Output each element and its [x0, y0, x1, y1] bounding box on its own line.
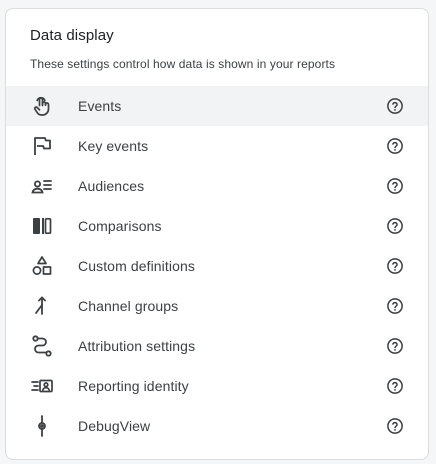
- audience-icon: [30, 174, 54, 198]
- list-item-label: Channel groups: [78, 298, 179, 314]
- help-icon[interactable]: [386, 217, 404, 235]
- list-item-reporting-identity[interactable]: Reporting identity: [6, 366, 428, 406]
- comparisons-icon: [30, 214, 54, 238]
- data-display-card: Data display These settings control how …: [5, 8, 429, 460]
- help-icon[interactable]: [386, 97, 404, 115]
- list-item-audiences[interactable]: Audiences: [6, 166, 428, 206]
- list-item-key-events[interactable]: Key events: [6, 126, 428, 166]
- card-subtitle: These settings control how data is shown…: [30, 57, 336, 71]
- help-icon[interactable]: [386, 297, 404, 315]
- list-item-label: Events: [78, 98, 122, 114]
- list-item-label: DebugView: [78, 418, 151, 434]
- help-icon[interactable]: [386, 377, 404, 395]
- help-icon[interactable]: [386, 257, 404, 275]
- list-item-label: Custom definitions: [78, 258, 195, 274]
- card-title: Data display: [30, 27, 114, 44]
- identity-icon: [30, 374, 54, 398]
- list-item-attribution-settings[interactable]: Attribution settings: [6, 326, 428, 366]
- shapes-icon: [30, 254, 54, 278]
- help-icon[interactable]: [386, 177, 404, 195]
- help-icon[interactable]: [386, 337, 404, 355]
- list-item-comparisons[interactable]: Comparisons: [6, 206, 428, 246]
- list-item-events[interactable]: Events: [6, 86, 428, 126]
- list-item-debugview[interactable]: DebugView: [6, 406, 428, 446]
- list-item-label: Key events: [78, 138, 149, 154]
- settings-list: Events Key events Audiences Comparisons …: [6, 86, 428, 446]
- help-icon[interactable]: [386, 417, 404, 435]
- list-item-label: Attribution settings: [78, 338, 196, 354]
- touch-icon: [30, 94, 54, 118]
- list-item-custom-definitions[interactable]: Custom definitions: [6, 246, 428, 286]
- list-item-label: Audiences: [78, 178, 145, 194]
- list-item-channel-groups[interactable]: Channel groups: [6, 286, 428, 326]
- help-icon[interactable]: [386, 137, 404, 155]
- route-icon: [30, 334, 54, 358]
- list-item-label: Comparisons: [78, 218, 162, 234]
- merge-icon: [30, 294, 54, 318]
- list-item-label: Reporting identity: [78, 378, 189, 394]
- flag-icon: [30, 134, 54, 158]
- debug-icon: [30, 414, 54, 438]
